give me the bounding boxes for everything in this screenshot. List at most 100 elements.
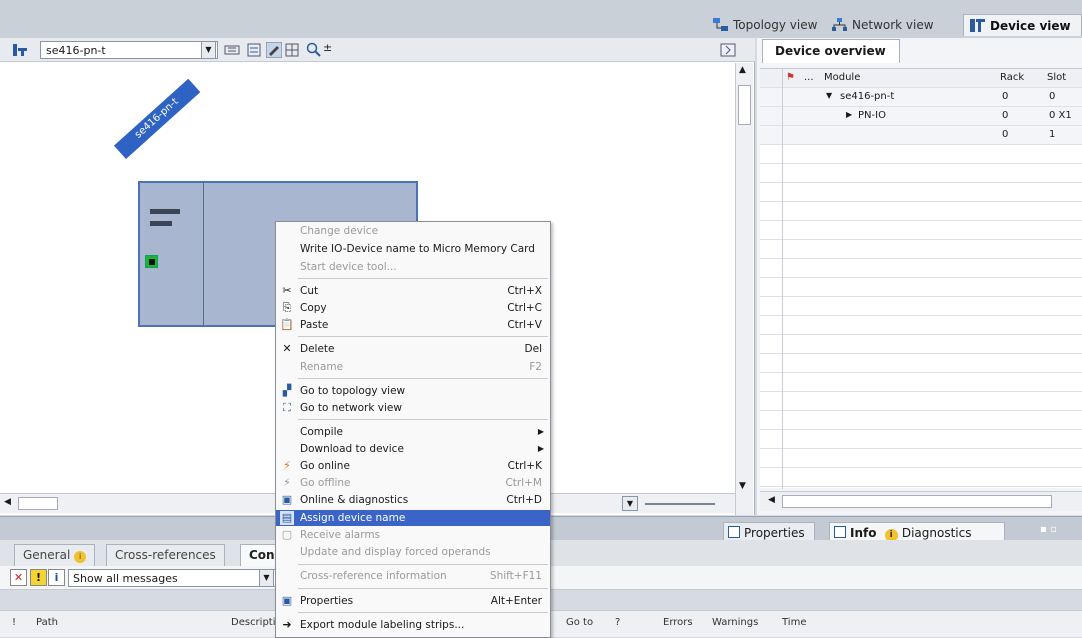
column-rack[interactable]: Rack bbox=[1000, 72, 1024, 83]
port-icon[interactable] bbox=[145, 255, 158, 268]
message-filter-select[interactable]: Show all messages bbox=[68, 569, 286, 587]
tab-device-overview[interactable]: Device overview bbox=[762, 39, 900, 63]
submenu-arrow-icon: ▶ bbox=[537, 444, 544, 453]
menu-item-go-to-topology-view[interactable]: ▞ Go to topology view bbox=[276, 383, 550, 399]
menu-item-go-offline[interactable]: ⚡ Go offline Ctrl+M bbox=[276, 475, 550, 491]
name-icon[interactable] bbox=[246, 42, 262, 58]
tab-network-view[interactable]: Network view bbox=[826, 14, 942, 36]
info-filter-icon[interactable]: i bbox=[48, 569, 65, 586]
menu-item-change-device[interactable]: Change device bbox=[276, 223, 550, 239]
menu-item-compile[interactable]: Compile ▶ bbox=[276, 424, 550, 440]
topology-icon: ▞ bbox=[282, 384, 292, 397]
column-errors[interactable]: Errors bbox=[663, 617, 693, 628]
tab-label: Network view bbox=[852, 18, 934, 32]
menu-item-properties[interactable]: ▣ Properties Alt+Enter bbox=[276, 593, 550, 609]
column-path[interactable]: Path bbox=[36, 617, 58, 628]
scroll-thumb[interactable] bbox=[738, 85, 751, 125]
panel-toggle-icon[interactable] bbox=[720, 42, 736, 58]
info-icon: i bbox=[74, 551, 87, 563]
menu-item-go-to-network-view[interactable]: ⛶ Go to network view bbox=[276, 400, 550, 416]
warning-filter-icon[interactable]: ! bbox=[30, 569, 47, 586]
expand-down-icon[interactable]: ▼ bbox=[826, 91, 832, 100]
editor-toolbar: se416-pn-t ▼ ± bbox=[0, 38, 755, 62]
column-time[interactable]: Time bbox=[782, 617, 806, 628]
cut-icon: ✂ bbox=[282, 284, 292, 297]
assign-name-icon: ▤ bbox=[280, 511, 294, 525]
menu-item-cut[interactable]: ✂ Cut Ctrl+X bbox=[276, 283, 550, 299]
go-online-icon: ⚡ bbox=[283, 459, 291, 472]
menu-item-online-diagnostics[interactable]: ▣ Online & diagnostics Ctrl+D bbox=[276, 492, 550, 508]
chevron-down-icon[interactable]: ▼ bbox=[201, 41, 216, 59]
table-row[interactable]: ▼ se416-pn-t 0 0 bbox=[760, 88, 1082, 107]
menu-item-delete[interactable]: ✕ Delete Del bbox=[276, 341, 550, 357]
edit-icon[interactable] bbox=[266, 42, 282, 58]
horizontal-scrollbar[interactable]: ◀ bbox=[760, 491, 1082, 511]
scroll-down-icon[interactable]: ▼ bbox=[739, 481, 746, 491]
column-severity[interactable]: ! bbox=[12, 617, 16, 628]
expand-right-icon[interactable]: ▶ bbox=[846, 110, 852, 119]
chevron-down-icon[interactable]: ▼ bbox=[259, 569, 274, 587]
menu-item-start-device-tool[interactable]: Start device tool... bbox=[276, 259, 550, 275]
menu-item-paste[interactable]: 📋 Paste Ctrl+V bbox=[276, 317, 550, 333]
export-icon: ➜ bbox=[282, 618, 292, 631]
vertical-scrollbar[interactable]: ▲ ▼ bbox=[735, 63, 753, 515]
menu-item-download-to-device[interactable]: Download to device ▶ bbox=[276, 441, 550, 457]
table-icon[interactable] bbox=[284, 42, 300, 58]
scroll-left-icon[interactable]: ◀ bbox=[4, 497, 11, 507]
copy-icon: ⎘ bbox=[282, 301, 292, 314]
column-slot[interactable]: Slot bbox=[1047, 72, 1066, 83]
table-header-row: ⚑ ... Module Rack Slot bbox=[760, 69, 1082, 88]
panel-options-icon[interactable]: ▪ ▫ bbox=[1040, 524, 1057, 535]
menu-item-update-forced-operands[interactable]: Update and display forced operands bbox=[276, 544, 550, 560]
paste-icon: 📋 bbox=[280, 318, 294, 331]
grid-toggle-icon[interactable] bbox=[224, 42, 240, 58]
scroll-thumb[interactable] bbox=[18, 497, 58, 510]
filter-icon[interactable]: ⚑ bbox=[786, 72, 795, 83]
device-overview-table: ⚑ ... Module Rack Slot ▼ se416-pn-t 0 0 … bbox=[760, 68, 1082, 489]
tab-label: Device view bbox=[990, 19, 1071, 33]
zoom-dropdown-icon[interactable]: ± bbox=[323, 41, 332, 54]
scroll-left-icon[interactable]: ◀ bbox=[768, 495, 775, 505]
menu-item-rename[interactable]: Rename F2 bbox=[276, 359, 550, 375]
menu-item-assign-device-name[interactable]: ▤ Assign device name bbox=[276, 510, 550, 526]
scroll-up-icon[interactable]: ▲ bbox=[739, 65, 746, 75]
submenu-arrow-icon: ▶ bbox=[537, 427, 544, 436]
zoom-level-dropdown[interactable]: ▼ bbox=[622, 496, 638, 511]
column-module[interactable]: Module bbox=[824, 72, 860, 83]
menu-item-copy[interactable]: ⎘ Copy Ctrl+C bbox=[276, 300, 550, 316]
menu-item-write-io-device-name[interactable]: Write IO-Device name to Micro Memory Car… bbox=[276, 241, 550, 257]
column-question[interactable]: ? bbox=[615, 617, 620, 628]
device-icon bbox=[970, 19, 985, 32]
tab-cross-references[interactable]: Cross-references bbox=[106, 544, 225, 566]
menu-item-go-online[interactable]: ⚡ Go online Ctrl+K bbox=[276, 458, 550, 474]
properties-icon bbox=[728, 526, 740, 538]
network-icon: ⛶ bbox=[283, 401, 291, 414]
table-row[interactable]: 0 1 bbox=[760, 126, 1082, 145]
column-goto[interactable]: Go to bbox=[566, 617, 593, 628]
error-filter-icon[interactable]: ✕ bbox=[10, 569, 27, 586]
column-warnings[interactable]: Warnings bbox=[712, 617, 758, 628]
menu-item-export-labeling-strips[interactable]: ➜ Export module labeling strips... bbox=[276, 617, 550, 633]
menu-item-cross-reference-information[interactable]: Cross-reference information Shift+F11 bbox=[276, 568, 550, 584]
topology-icon bbox=[713, 18, 728, 31]
context-menu: Change device Write IO-Device name to Mi… bbox=[275, 221, 551, 638]
zoom-icon[interactable] bbox=[306, 42, 322, 58]
zoom-slider[interactable] bbox=[645, 503, 715, 505]
diagnostics-tab[interactable]: Diagnostics bbox=[902, 526, 972, 540]
device-tree-icon[interactable] bbox=[12, 42, 28, 58]
go-offline-icon: ⚡ bbox=[283, 476, 291, 489]
scroll-thumb[interactable] bbox=[782, 495, 1052, 508]
alarms-icon: ▢ bbox=[281, 528, 293, 541]
menu-item-receive-alarms[interactable]: ▢ Receive alarms bbox=[276, 527, 550, 543]
device-select[interactable]: se416-pn-t bbox=[40, 41, 218, 59]
info-list-icon bbox=[834, 526, 846, 538]
network-icon bbox=[832, 18, 847, 31]
tab-general[interactable]: General i bbox=[14, 544, 96, 566]
column-description[interactable]: Descripti bbox=[231, 617, 276, 628]
table-row[interactable]: ▶ PN-IO 0 0 X1 bbox=[760, 107, 1082, 126]
tab-topology-view[interactable]: Topology view bbox=[707, 14, 825, 36]
properties-icon: ▣ bbox=[281, 594, 293, 607]
device-name-label[interactable]: se416-pn-t bbox=[113, 78, 201, 159]
delete-icon: ✕ bbox=[282, 342, 292, 355]
tab-device-view[interactable]: Device view bbox=[963, 14, 1082, 36]
